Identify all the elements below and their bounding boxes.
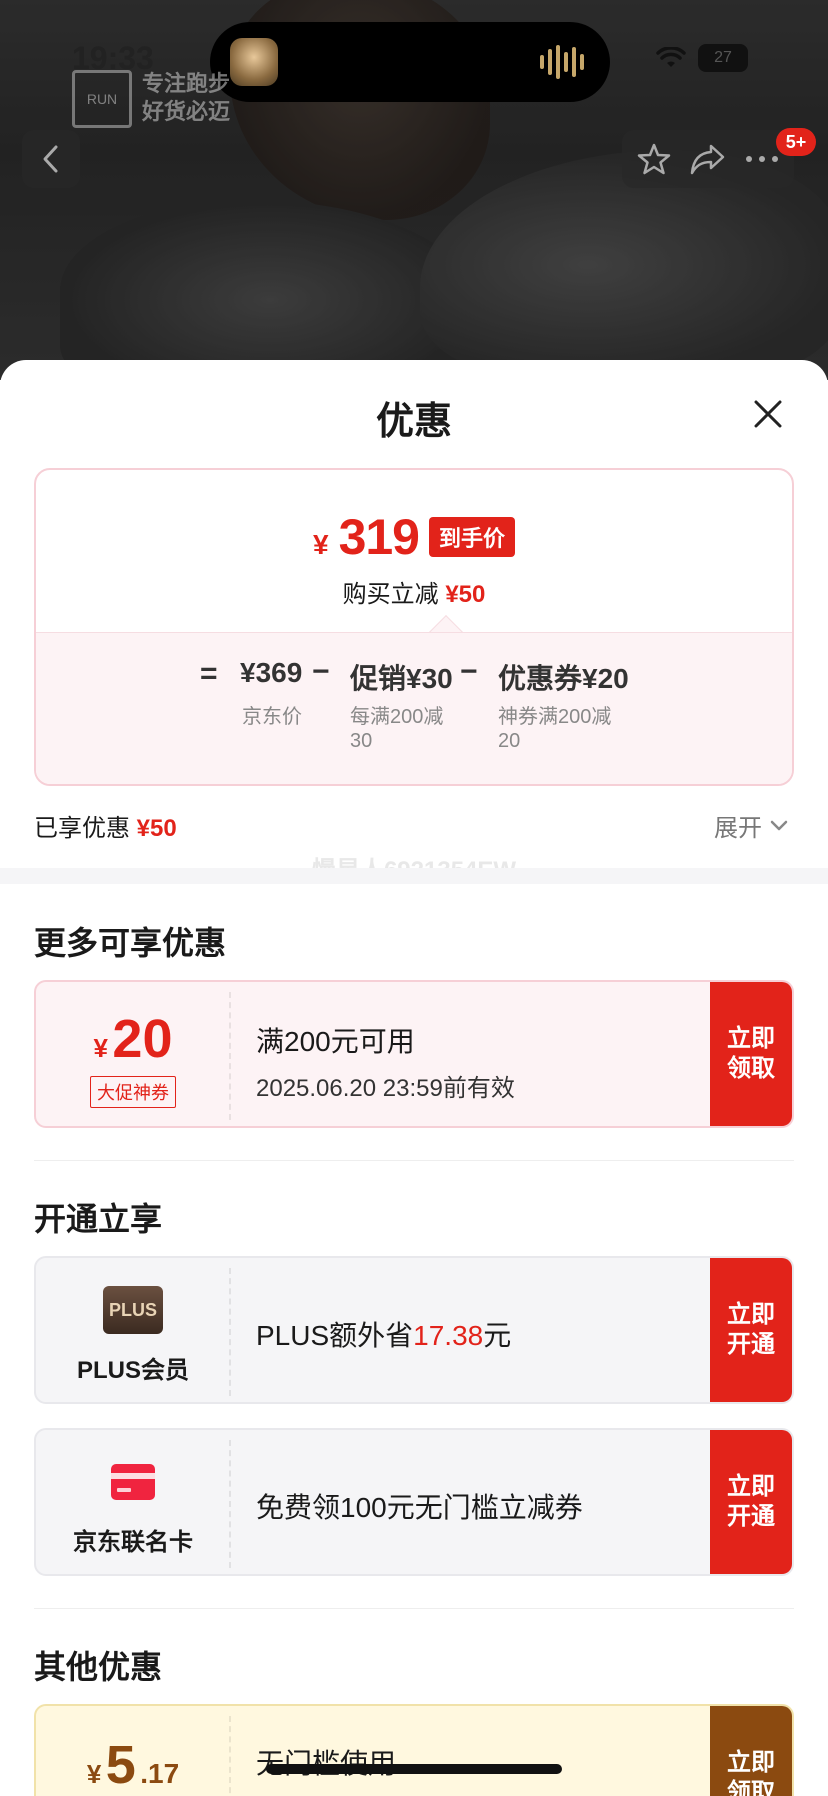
coupon-discount: 优惠券¥20 — [498, 663, 629, 694]
cobrand-card-name: 京东联名卡 — [73, 1529, 193, 1556]
gold-coupon-card: ¥ 5 .17 无门槛使用 立即 领取 — [34, 1704, 794, 1796]
more-icon[interactable] — [744, 154, 780, 164]
jd-price: ¥369 — [240, 657, 303, 688]
audio-wave-icon — [540, 44, 590, 80]
divider — [34, 1160, 794, 1161]
promo-desc: 每满200减30 — [350, 706, 444, 752]
plus-logo-icon: PLUS — [103, 1286, 163, 1334]
dynamic-island — [210, 22, 610, 102]
status-icons: 27 — [656, 44, 748, 72]
final-price-tag: 到手价 — [429, 517, 516, 557]
header-actions — [622, 130, 794, 188]
plus-name: PLUS会员 — [76, 1357, 189, 1384]
final-price-currency: ¥ — [312, 529, 329, 560]
favorite-star-icon[interactable] — [636, 141, 672, 177]
coupon-currency: ¥ — [86, 1759, 102, 1789]
open-enjoy-title: 开通立享 — [34, 1201, 163, 1237]
coupon-amount-integer: 5 — [105, 1735, 136, 1795]
enjoyed-discount: 已享优惠 ¥50 — [34, 815, 177, 842]
price-breakdown-card: ¥ 319 到手价 购买立减 ¥50 = ¥369 − 促销¥30 − 优惠券¥… — [34, 468, 794, 786]
equals-sign: = — [200, 657, 218, 690]
claim-gold-coupon-button[interactable]: 立即 领取 — [710, 1706, 792, 1796]
open-card-button[interactable]: 立即 开通 — [710, 1430, 792, 1574]
discount-sheet: 优惠 ¥ 319 到手价 购买立减 ¥50 = ¥369 − 促销¥30 − 优… — [0, 360, 828, 1796]
jd-price-label: 京东价 — [242, 706, 302, 728]
minus-sign: − — [312, 655, 330, 688]
promo-discount: 促销¥30 — [350, 663, 453, 694]
claim-coupon-button[interactable]: 立即 领取 — [710, 982, 792, 1126]
final-price: 319 — [338, 509, 420, 565]
coupon-expiry: 2025.06.20 23:59前有效 — [256, 1075, 515, 1102]
coupon-card: ¥ 20 大促神券 满200元可用 2025.06.20 23:59前有效 立即… — [34, 980, 794, 1128]
other-offers-title: 其他优惠 — [34, 1649, 163, 1685]
coupon-desc: 神券满200减20 — [498, 706, 612, 752]
brand-slogan-1: 专注跑步 — [142, 71, 231, 96]
brand-slogan-2: 好货必迈 — [142, 99, 231, 124]
sheet-title: 优惠 — [375, 401, 452, 443]
share-icon[interactable] — [689, 142, 727, 176]
store-brand: RUN 专注跑步 好货必迈 — [72, 70, 230, 128]
wifi-icon — [656, 47, 686, 67]
cobrand-card-desc: 免费领100元无门槛立减券 — [256, 1492, 583, 1523]
coupon-amount: 20 — [112, 1009, 173, 1069]
close-icon[interactable] — [748, 394, 788, 434]
more-offers-title: 更多可享优惠 — [34, 925, 227, 961]
coupon-currency: ¥ — [93, 1033, 108, 1063]
divider — [34, 1608, 794, 1609]
now-playing-artwork — [230, 38, 278, 86]
coupon-condition: 无门槛使用 — [256, 1742, 396, 1782]
coupon-condition: 满200元可用 — [256, 1026, 415, 1057]
message-count-badge: 5+ — [776, 128, 816, 156]
section-divider — [0, 868, 828, 884]
battery-icon: 27 — [698, 44, 748, 72]
minus-sign: − — [460, 655, 478, 688]
instant-reduction: 购买立减 ¥50 — [342, 581, 486, 608]
open-plus-button[interactable]: 立即 开通 — [710, 1258, 792, 1402]
back-button[interactable] — [22, 130, 80, 188]
cobrand-card-offer: 京东联名卡 免费领100元无门槛立减券 立即 开通 — [34, 1428, 794, 1576]
home-indicator[interactable] — [266, 1764, 562, 1774]
expand-button[interactable]: 展开 — [714, 808, 788, 843]
coupon-badge: 大促神券 — [90, 1076, 176, 1108]
coupon-amount-decimal: .17 — [140, 1758, 180, 1789]
credit-card-icon — [111, 1464, 155, 1500]
plus-membership-card: PLUS PLUS会员 PLUS额外省17.38元 立即 开通 — [34, 1256, 794, 1404]
chevron-down-icon — [770, 820, 788, 830]
plus-desc: PLUS额外省17.38元 — [256, 1320, 512, 1351]
brand-logo: RUN — [72, 70, 132, 128]
chevron-left-icon — [43, 145, 58, 173]
